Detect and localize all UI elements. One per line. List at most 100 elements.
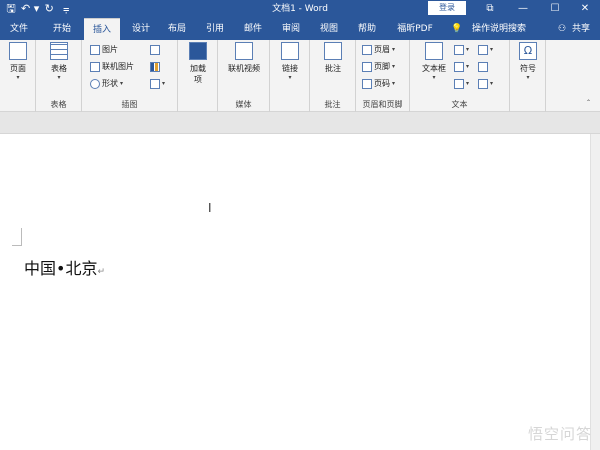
object-button[interactable]: ▾: [478, 77, 493, 91]
document-text: 中国•北京: [24, 259, 98, 278]
header-icon: [362, 45, 372, 55]
ibeam-cursor-icon: I: [208, 201, 212, 215]
signature-line-button[interactable]: ▾: [478, 43, 493, 57]
tab-view[interactable]: 视图: [312, 18, 346, 40]
group-label-comments: 批注: [324, 100, 341, 109]
tab-foxit-pdf[interactable]: 福昕PDF: [390, 18, 440, 40]
vertical-scrollbar[interactable]: [590, 134, 600, 450]
chart-icon: [150, 62, 160, 72]
collapse-ribbon-icon[interactable]: ⌃: [586, 96, 591, 110]
group-links: 链接 ▾: [270, 40, 310, 112]
group-label-tables: 表格: [50, 100, 67, 109]
share-person-icon: ⚇: [557, 24, 567, 34]
link-icon: [281, 42, 299, 60]
ruler-strip: [0, 112, 600, 134]
group-illustrations: 图片 联机图片 形状 ▾ ▾ 插图: [82, 40, 178, 112]
wordart-button[interactable]: ▾: [454, 60, 469, 74]
comment-icon: [324, 42, 342, 60]
header-button[interactable]: 页眉 ▾: [362, 43, 395, 57]
video-icon: [235, 42, 253, 60]
group-symbols: Ω 符号 ▾: [510, 40, 546, 112]
document-body-text[interactable]: 中国•北京↵: [24, 258, 105, 283]
icons-icon: [150, 45, 160, 55]
login-button[interactable]: 登录: [428, 1, 466, 15]
group-header-footer: 页眉 ▾ 页脚 ▾ 页码 ▾ 页眉和页脚: [356, 40, 410, 112]
share-button[interactable]: 共享: [568, 18, 594, 40]
maximize-button[interactable]: ☐: [540, 0, 570, 18]
lightbulb-icon: 💡: [451, 24, 463, 34]
redo-icon[interactable]: ↻: [42, 1, 56, 17]
group-addins: 加载项: [178, 40, 218, 112]
smartart-icon: [150, 79, 160, 89]
chart-button[interactable]: [150, 60, 160, 74]
ribbon-display-options-icon[interactable]: ⧉: [475, 0, 505, 18]
links-button[interactable]: 链接 ▾: [270, 42, 310, 81]
ribbon-insert: 页面 ▾ 表格 ▾ 表格 图片 联机图片 形状 ▾ ▾ 插图 加载项 联机视频 …: [0, 40, 600, 112]
group-label-illustrations: 插图: [121, 100, 138, 109]
online-video-button[interactable]: 联机视频: [218, 42, 270, 74]
group-label-header-footer: 页眉和页脚: [362, 100, 403, 109]
page-number-button[interactable]: 页码 ▾: [362, 77, 395, 91]
table-button[interactable]: 表格 ▾: [36, 42, 82, 81]
tell-me-search[interactable]: 操作说明搜索: [466, 18, 532, 40]
date-time-button[interactable]: [478, 60, 488, 74]
tab-design[interactable]: 设计: [124, 18, 158, 40]
footer-icon: [362, 62, 372, 72]
wordart-icon: [454, 62, 464, 72]
text-box-button[interactable]: 文本框 ▾: [416, 42, 452, 81]
tab-review[interactable]: 审阅: [274, 18, 308, 40]
quick-parts-button[interactable]: ▾: [454, 43, 469, 57]
save-icon[interactable]: 🖫: [4, 1, 18, 17]
window-title: 文档1 - Word: [272, 4, 328, 14]
addins-button[interactable]: 加载项: [178, 42, 218, 85]
close-button[interactable]: ✕: [570, 0, 600, 18]
minimize-button[interactable]: —: [508, 0, 538, 18]
object-icon: [478, 79, 488, 89]
customize-qat-icon[interactable]: ⩦: [59, 1, 73, 17]
pages-button[interactable]: 页面 ▾: [0, 42, 36, 81]
shapes-button[interactable]: 形状 ▾: [90, 77, 123, 91]
tab-layout[interactable]: 布局: [160, 18, 194, 40]
drop-cap-icon: [454, 79, 464, 89]
group-pages: 页面 ▾: [0, 40, 36, 112]
comment-button[interactable]: 批注: [310, 42, 356, 74]
group-label-text: 文本: [451, 100, 468, 109]
group-comments: 批注 批注: [310, 40, 356, 112]
tab-help[interactable]: 帮助: [350, 18, 384, 40]
online-pictures-button[interactable]: 联机图片: [90, 60, 134, 74]
undo-icon[interactable]: ↶ ▾: [21, 1, 39, 17]
omega-icon: Ω: [519, 42, 537, 60]
quick-parts-icon: [454, 45, 464, 55]
tab-insert[interactable]: 插入: [84, 18, 120, 40]
title-bar: 🖫 ↶ ▾ ↻ ⩦ 文档1 - Word 登录 ⧉ — ☐ ✕: [0, 0, 600, 18]
group-media: 联机视频 媒体: [218, 40, 270, 112]
margin-corner-mark: [12, 228, 22, 246]
document-canvas[interactable]: [0, 134, 600, 450]
tab-mailings[interactable]: 邮件: [236, 18, 270, 40]
paragraph-mark-icon: ↵: [97, 267, 105, 277]
quick-access-toolbar: 🖫 ↶ ▾ ↻ ⩦: [4, 1, 73, 17]
pictures-button[interactable]: 图片: [90, 43, 118, 57]
picture-icon: [90, 45, 100, 55]
group-label-media: 媒体: [235, 100, 252, 109]
tab-home[interactable]: 开始: [44, 18, 80, 40]
page-number-icon: [362, 79, 372, 89]
group-tables: 表格 ▾ 表格: [36, 40, 82, 112]
group-text: 文本框 ▾ ▾ ▾ ▾ ▾ ▾ 文本: [410, 40, 510, 112]
icons-button[interactable]: [150, 43, 160, 57]
footer-button[interactable]: 页脚 ▾: [362, 60, 395, 74]
shapes-icon: [90, 79, 100, 89]
store-icon: [189, 42, 207, 60]
text-box-icon: [425, 42, 443, 60]
smartart-button[interactable]: ▾: [150, 77, 165, 91]
ribbon-tab-bar: 文件 开始 插入 设计 布局 引用 邮件 审阅 视图 帮助 福昕PDF 💡 操作…: [0, 18, 600, 40]
online-picture-icon: [90, 62, 100, 72]
page-icon: [9, 42, 27, 60]
date-time-icon: [478, 62, 488, 72]
signature-icon: [478, 45, 488, 55]
watermark-text: 悟空问答: [527, 425, 592, 443]
tab-file[interactable]: 文件: [4, 18, 34, 40]
tab-references[interactable]: 引用: [198, 18, 232, 40]
drop-cap-button[interactable]: ▾: [454, 77, 469, 91]
symbol-button[interactable]: Ω 符号 ▾: [510, 42, 546, 81]
